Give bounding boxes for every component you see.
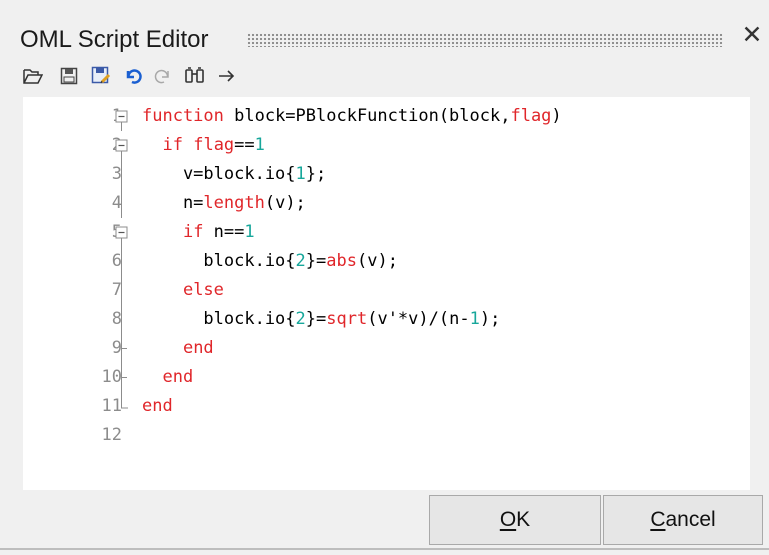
fold-guide: [111, 363, 135, 392]
ok-button[interactable]: OK: [429, 495, 601, 545]
code-token: 1: [244, 222, 255, 242]
code-token: }=: [305, 251, 327, 271]
code-token: block=PBlockFunction(block,: [223, 106, 511, 126]
fold-guide: [111, 247, 135, 276]
code-line[interactable]: 12: [23, 421, 750, 450]
code-token: length: [203, 193, 265, 213]
code-token: function: [142, 106, 224, 126]
code-text: end: [142, 363, 193, 392]
close-icon[interactable]: ✕: [739, 22, 765, 48]
code-token: 2: [295, 251, 306, 271]
code-token: }=: [305, 309, 327, 329]
code-token: flag: [510, 106, 552, 126]
code-text: if n==1: [142, 218, 255, 247]
code-token: else: [182, 280, 224, 300]
fold-toggle-icon[interactable]: [111, 131, 135, 160]
arrow-right-icon[interactable]: [214, 62, 240, 90]
code-text: end: [142, 334, 214, 363]
code-line[interactable]: 4 n=length(v);: [23, 189, 750, 218]
code-token: n==: [203, 222, 245, 242]
fold-guide: [111, 276, 135, 305]
code-token: end: [162, 367, 194, 387]
code-line[interactable]: 11 end: [23, 392, 750, 421]
code-text: v=block.io{1};: [142, 160, 326, 189]
code-line[interactable]: 8 block.io{2}=sqrt(v'*v)/(n-1);: [23, 305, 750, 334]
code-token: end: [182, 338, 214, 358]
code-token: 2: [295, 309, 306, 329]
code-text: function block=PBlockFunction(block,flag…: [142, 102, 562, 131]
code-token: if: [182, 222, 204, 242]
code-editor[interactable]: 1function block=PBlockFunction(block,fla…: [23, 97, 750, 490]
code-line[interactable]: 7 else: [23, 276, 750, 305]
bottom-divider: [0, 548, 769, 550]
code-token: if: [162, 135, 183, 155]
save-as-icon[interactable]: [88, 62, 114, 90]
code-token: 1: [469, 309, 480, 329]
code-token: 1: [295, 164, 306, 184]
code-token: (v);: [264, 193, 306, 213]
code-token: );: [479, 309, 501, 329]
drag-grip[interactable]: [247, 33, 723, 47]
code-text: if flag==1: [142, 131, 265, 160]
code-token: v=block.io{: [142, 164, 296, 184]
fold-guide: [111, 334, 135, 363]
dialog-title: OML Script Editor: [20, 26, 209, 53]
cancel-mnemonic: C: [650, 508, 666, 531]
find-icon[interactable]: [182, 62, 208, 90]
code-text: block.io{2}=sqrt(v'*v)/(n-1);: [142, 305, 500, 334]
fold-guide: [111, 421, 135, 450]
code-line[interactable]: 1function block=PBlockFunction(block,fla…: [23, 102, 750, 131]
ok-mnemonic: O: [499, 508, 517, 531]
fold-guide: [111, 189, 135, 218]
fold-guide: [111, 160, 135, 189]
code-token: };: [305, 164, 327, 184]
cancel-label-rest: ancel: [665, 508, 716, 531]
undo-icon[interactable]: [120, 62, 146, 90]
code-text: block.io{2}=abs(v);: [142, 247, 398, 276]
code-line[interactable]: 9 end: [23, 334, 750, 363]
code-token: sqrt: [326, 309, 368, 329]
fold-toggle-icon[interactable]: [111, 102, 135, 131]
code-line[interactable]: 2 if flag==1: [23, 131, 750, 160]
code-line[interactable]: 10 end: [23, 363, 750, 392]
code-line[interactable]: 6 block.io{2}=abs(v);: [23, 247, 750, 276]
toolbar: [20, 62, 380, 92]
oml-script-editor-dialog: OML Script Editor ✕ 1function block=PBlo…: [0, 0, 769, 555]
code-token: ): [551, 106, 562, 126]
code-token: block.io{: [142, 309, 296, 329]
code-token: (v);: [356, 251, 398, 271]
code-token: 1: [254, 135, 265, 155]
fold-guide: [111, 392, 135, 421]
code-text: else: [142, 276, 224, 305]
code-token: end: [142, 396, 173, 416]
code-token: (v'*v)/(n-: [367, 309, 470, 329]
fold-guide: [111, 305, 135, 334]
title-bar[interactable]: OML Script Editor ✕: [0, 0, 769, 62]
code-line[interactable]: 3 v=block.io{1};: [23, 160, 750, 189]
code-token: block.io{: [142, 251, 296, 271]
code-token: abs: [326, 251, 357, 271]
code-token: flag: [193, 135, 235, 155]
code-text: end: [142, 392, 173, 421]
cancel-button[interactable]: Cancel: [603, 495, 763, 545]
ok-label-rest: K: [516, 508, 531, 531]
open-folder-icon[interactable]: [20, 62, 46, 90]
fold-toggle-icon[interactable]: [111, 218, 135, 247]
code-text: n=length(v);: [142, 189, 306, 218]
code-token: n=: [142, 193, 204, 213]
code-line[interactable]: 5 if n==1: [23, 218, 750, 247]
redo-icon[interactable]: [150, 62, 176, 90]
code-token: ==: [234, 135, 255, 155]
save-icon[interactable]: [56, 62, 82, 90]
